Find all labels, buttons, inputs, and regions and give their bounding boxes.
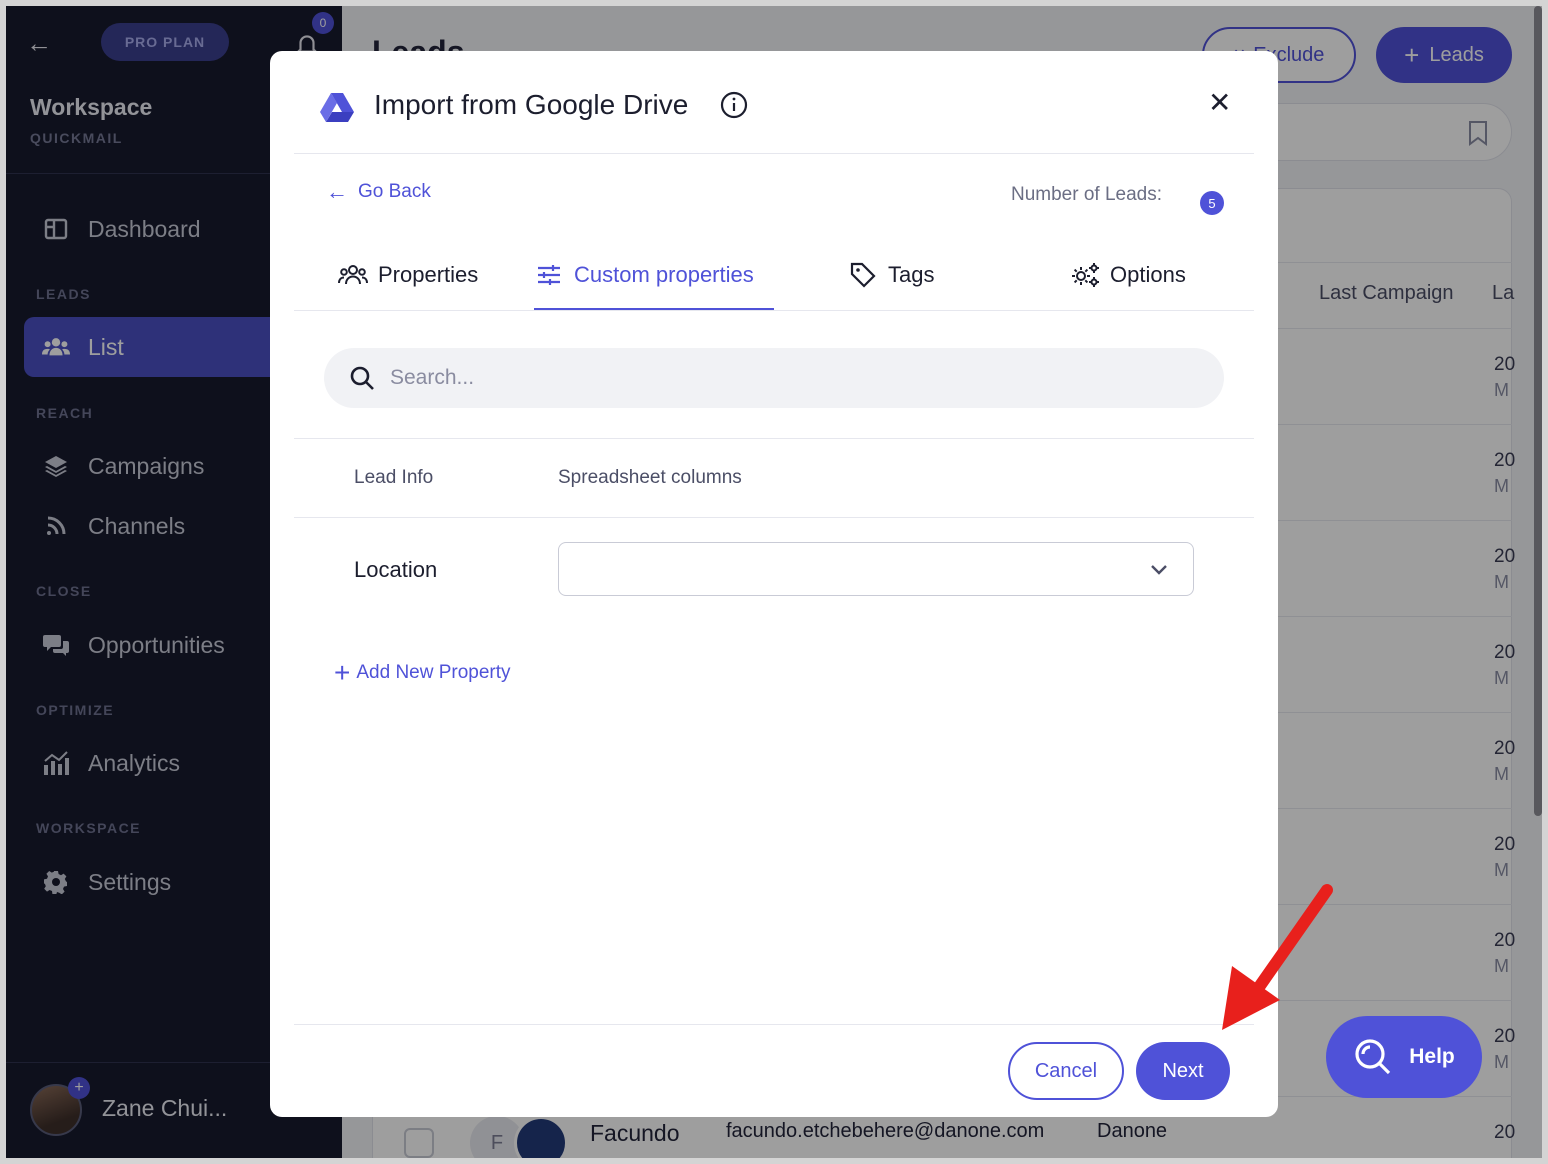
spreadsheet-column-select[interactable] [558,542,1194,596]
search-input[interactable] [390,366,1190,390]
search-icon [350,366,374,390]
tab-properties[interactable]: Properties [338,257,478,293]
cancel-button[interactable]: Cancel [1008,1042,1124,1100]
next-button[interactable]: Next [1136,1042,1230,1100]
annotation-arrow-icon [1222,884,1333,1030]
users-icon [338,260,368,290]
tab-options[interactable]: Options [1070,257,1186,293]
close-icon[interactable]: ✕ [1208,89,1231,117]
help-button[interactable]: Help [1326,1016,1482,1098]
column-header-spreadsheet-columns: Spreadsheet columns [558,467,742,488]
number-of-leads-badge: 5 [1200,191,1224,215]
help-label: Help [1409,1045,1455,1068]
modal-footer-divider [294,1024,1254,1025]
tab-label: Tags [888,262,935,287]
app-window: ← PRO PLAN 0 Workspace QUICKMAIL Dashboa… [6,6,1542,1158]
import-google-drive-modal: Import from Google Drive ✕ ← Go Back Num… [270,51,1278,1117]
sliders-icon [534,260,564,290]
chevron-down-icon [1151,565,1167,575]
modal-header-divider [294,153,1254,154]
add-new-property-link[interactable]: + Add New Property [334,659,511,687]
go-back-label: Go Back [358,181,431,202]
tabs-divider [294,310,1254,311]
number-of-leads-label: Number of Leads: [1011,184,1163,205]
add-new-property-label: Add New Property [356,662,511,683]
table-header-divider [294,517,1254,518]
tag-icon [848,260,878,290]
modal-title: Import from Google Drive [374,89,689,120]
info-icon[interactable] [720,91,748,119]
help-search-icon [1355,1039,1391,1075]
tab-custom-properties[interactable]: Custom properties [534,257,754,293]
property-search-bar[interactable] [324,348,1224,408]
gears-icon [1070,260,1100,290]
search-divider [294,438,1254,439]
tab-tags[interactable]: Tags [848,257,934,293]
arrow-left-icon: ← [326,179,348,204]
google-drive-icon [320,93,354,122]
plus-icon: + [334,657,351,688]
tab-label: Properties [378,262,479,287]
tab-label: Options [1110,262,1186,287]
tab-label: Custom properties [574,262,754,287]
property-label-location: Location [354,557,438,582]
go-back-link[interactable]: ← Go Back [326,179,431,205]
column-header-lead-info: Lead Info [354,467,434,488]
